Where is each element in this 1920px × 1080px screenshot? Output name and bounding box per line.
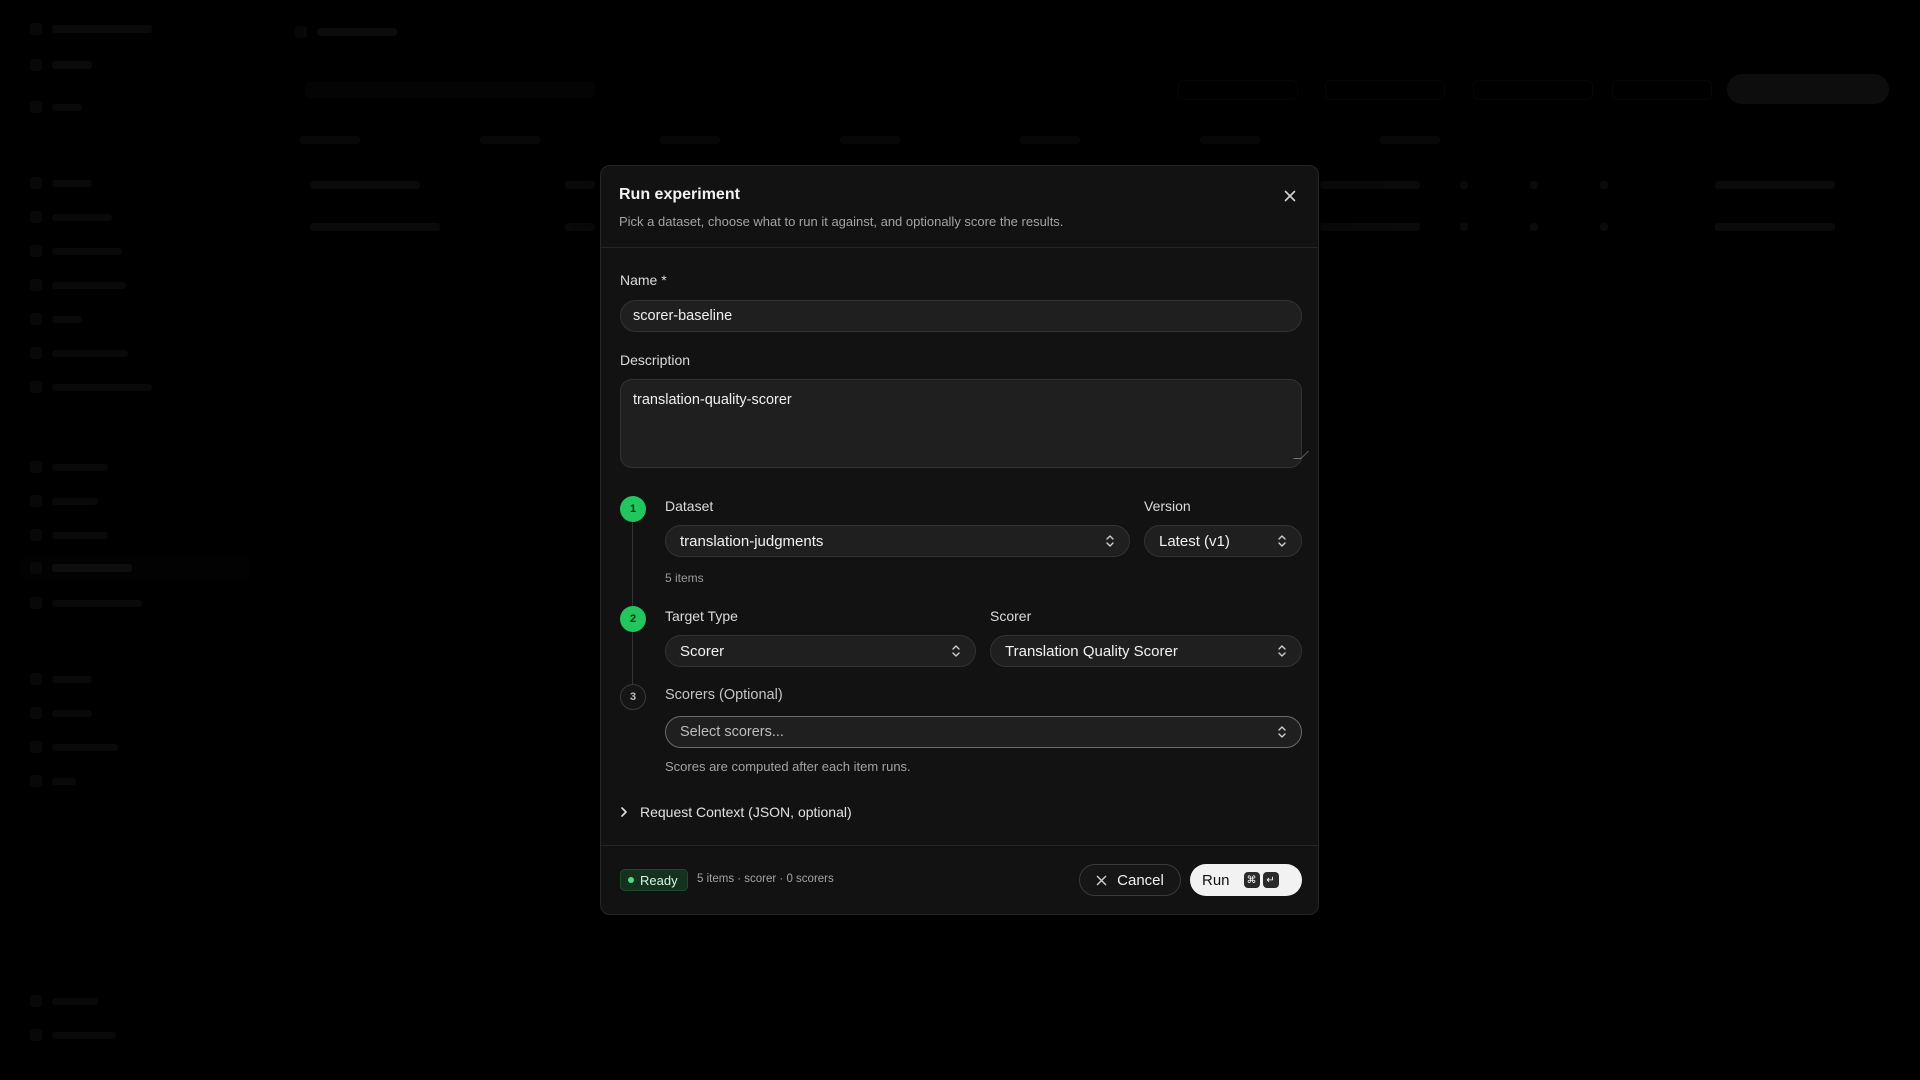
close-button[interactable] [1280, 186, 1300, 206]
dataset-label: Dataset [665, 498, 714, 514]
dialog-footer: Ready 5 items · scorer · 0 scorers Cance… [601, 845, 1318, 914]
cancel-button[interactable]: Cancel [1079, 864, 1181, 896]
scorer-label: Scorer [990, 608, 1032, 624]
chevron-right-icon [621, 807, 627, 817]
step-connector [632, 632, 633, 690]
close-icon [1284, 190, 1296, 202]
chevron-up-down-icon [1277, 533, 1287, 549]
keyboard-shortcut: ⌘ ↵ [1243, 872, 1279, 888]
status-badge: Ready [620, 869, 688, 891]
run-button[interactable]: Run ⌘ ↵ [1190, 864, 1302, 896]
chevron-up-down-icon [1277, 643, 1287, 659]
version-select[interactable]: Latest (v1) [1144, 525, 1302, 557]
chevron-up-down-icon [1105, 533, 1115, 549]
request-context-label: Request Context (JSON, optional) [640, 804, 852, 820]
request-context-toggle[interactable]: Request Context (JSON, optional) [620, 804, 852, 820]
scorers-optional-label: Scorers (Optional) [665, 687, 783, 703]
dialog-title: Run experiment [619, 186, 740, 203]
dataset-select[interactable]: translation-judgments [665, 525, 1130, 557]
status-dot-icon [628, 877, 634, 883]
step-3-indicator: 3 [620, 684, 646, 710]
scorer-select[interactable]: Translation Quality Scorer [990, 635, 1302, 667]
step-1-indicator: 1 [620, 496, 646, 522]
dataset-item-count: 5 items [665, 571, 704, 585]
target-type-select[interactable]: Scorer [665, 635, 976, 667]
dataset-select-value: translation-judgments [680, 532, 824, 550]
dialog-header: Run experiment Pick a dataset, choose wh… [601, 166, 1318, 248]
step-2-indicator: 2 [620, 606, 646, 632]
chevron-up-down-icon [1277, 724, 1287, 740]
chevron-up-down-icon [951, 643, 961, 659]
version-label: Version [1144, 498, 1191, 514]
name-input[interactable] [620, 300, 1302, 332]
scorer-select-value: Translation Quality Scorer [1005, 642, 1178, 660]
run-experiment-dialog: Run experiment Pick a dataset, choose wh… [600, 165, 1319, 915]
status-text: Ready [640, 872, 678, 888]
run-label: Run [1202, 871, 1230, 889]
app-root: Run experiment Pick a dataset, choose wh… [0, 0, 1920, 1080]
cancel-label: Cancel [1117, 871, 1164, 889]
version-select-value: Latest (v1) [1159, 532, 1230, 550]
target-type-select-value: Scorer [680, 642, 725, 660]
run-summary: 5 items · scorer · 0 scorers [697, 873, 834, 885]
scorers-placeholder: Select scorers... [680, 724, 784, 740]
description-label: Description [620, 352, 691, 368]
name-label: Name * [620, 272, 667, 288]
scorers-multiselect[interactable]: Select scorers... [665, 716, 1302, 748]
scorers-hint: Scores are computed after each item runs… [665, 759, 911, 774]
target-type-label: Target Type [665, 608, 738, 624]
enter-key-icon: ↵ [1262, 872, 1279, 888]
description-textarea[interactable]: translation-quality-scorer [620, 379, 1302, 468]
close-icon [1096, 875, 1107, 885]
dialog-subtitle: Pick a dataset, choose what to run it ag… [619, 214, 1064, 229]
command-key-icon: ⌘ [1243, 872, 1260, 888]
